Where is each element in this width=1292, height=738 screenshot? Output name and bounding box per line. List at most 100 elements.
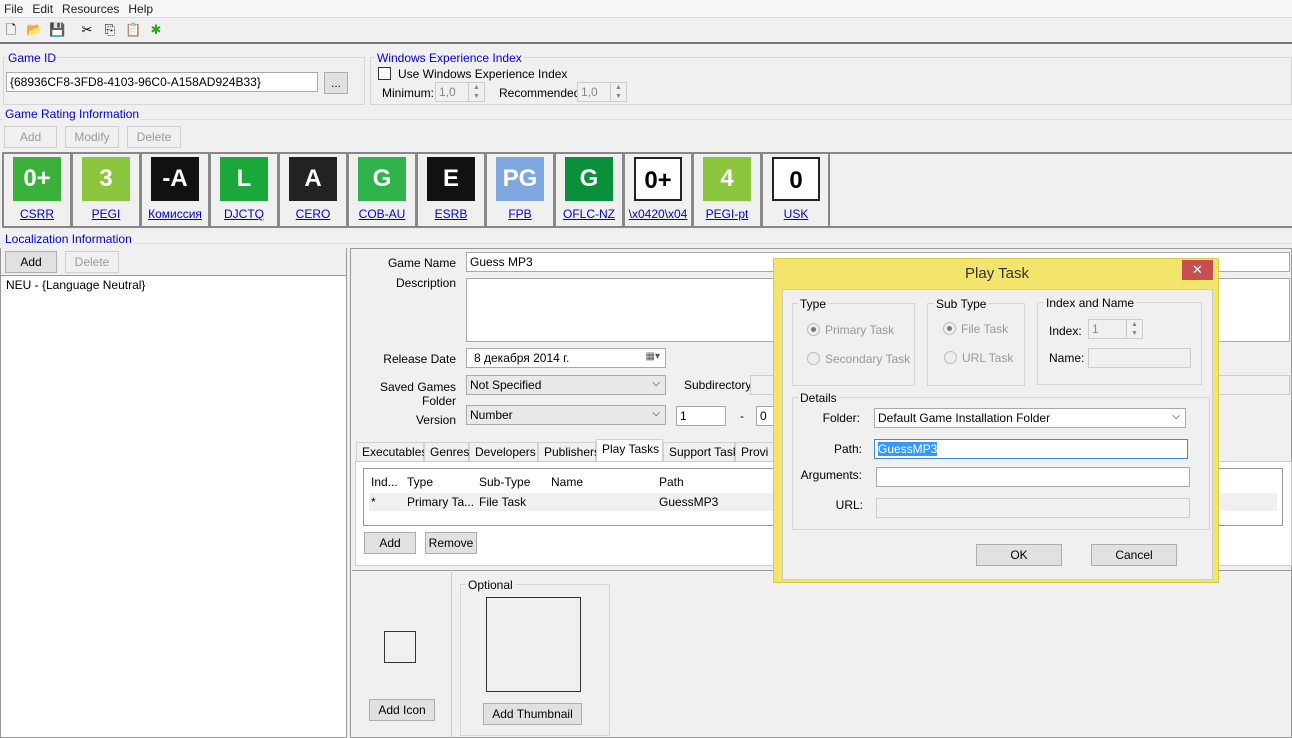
radio-icon (944, 351, 957, 364)
tab-play-tasks[interactable]: Play Tasks (596, 439, 663, 462)
menu-file[interactable]: File (0, 0, 28, 16)
rating-item[interactable]: -A Комиссия (140, 152, 209, 228)
tab-genres[interactable]: Genres (424, 442, 469, 462)
column-header[interactable]: Sub-Type (479, 475, 530, 489)
url-input[interactable] (876, 498, 1190, 518)
tab-executables[interactable]: Executables (356, 442, 427, 462)
paste-icon[interactable]: 📋 (125, 22, 141, 38)
radio-icon (807, 352, 820, 365)
column-header[interactable]: Path (659, 475, 684, 489)
version-select[interactable]: Number (466, 405, 666, 425)
rating-logo: -A (151, 157, 199, 201)
ok-button[interactable]: OK (976, 544, 1062, 566)
tab-support-tasks[interactable]: Support Tasks (663, 442, 745, 462)
cancel-button[interactable]: Cancel (1091, 544, 1177, 566)
rating-item[interactable]: L DJCTQ (209, 152, 278, 228)
rating-link[interactable]: COB-AU (349, 207, 415, 221)
task-remove-button[interactable]: Remove (425, 532, 477, 554)
name-input[interactable] (1088, 348, 1191, 368)
rating-link[interactable]: OFLC-NZ (556, 207, 622, 221)
min-stepper[interactable]: 1,0 ▲ ▼ (435, 82, 485, 102)
open-folder-icon[interactable]: 📂 (26, 22, 42, 38)
wei-checkbox[interactable] (378, 67, 391, 80)
table-cell: Primary Ta... (407, 495, 475, 509)
calendar-icon[interactable]: ▦▾ (646, 351, 660, 362)
folder-select[interactable]: Default Game Installation Folder (874, 408, 1186, 428)
column-header[interactable]: Ind... (371, 475, 398, 489)
file-task-radio[interactable]: File Task (943, 322, 1008, 336)
version-major-input[interactable]: 1 (676, 406, 726, 426)
secondary-task-radio[interactable]: Secondary Task (807, 352, 910, 366)
new-file-icon[interactable]: 🗋 (3, 22, 19, 38)
rating-link[interactable]: ESRB (418, 207, 484, 221)
copy-icon[interactable]: ⎘ (102, 22, 118, 38)
secondary-label: Secondary Task (825, 352, 911, 366)
game-id-input[interactable]: {68936CF8-3FD8-4103-96C0-A158AD924B33} (6, 72, 318, 92)
table-cell: File Task (479, 495, 527, 509)
rating-item[interactable]: G COB-AU (347, 152, 416, 228)
release-date-label: Release Date (383, 352, 456, 366)
rating-item[interactable]: 3 PEGI (71, 152, 140, 228)
column-header[interactable]: Name (551, 475, 583, 489)
arguments-input[interactable] (876, 467, 1190, 487)
index-stepper[interactable]: 1 ▲ ▼ (1088, 319, 1143, 339)
cut-icon[interactable]: ✂ (79, 22, 95, 38)
primary-task-radio[interactable]: Primary Task (807, 323, 894, 337)
spin-icon[interactable]: ▲ ▼ (1126, 320, 1142, 338)
rating-item[interactable]: 0+ \x0420\x04 (623, 152, 692, 228)
spin-icon[interactable]: ▲ ▼ (468, 83, 484, 101)
rating-link[interactable]: FPB (487, 207, 553, 221)
rating-add-button[interactable]: Add (4, 126, 57, 148)
rec-label: Recommended: (499, 86, 584, 100)
rating-item[interactable]: 4 PEGI-pt (692, 152, 761, 228)
rating-link[interactable]: PEGI (73, 207, 139, 221)
language-list[interactable]: NEU - {Language Neutral} (0, 275, 347, 738)
release-date-picker[interactable]: 8 декабря 2014 г. ▦▾ (466, 348, 666, 368)
rating-strip-empty (828, 152, 1292, 228)
spin-icon[interactable]: ▲ ▼ (610, 83, 626, 101)
saved-games-select[interactable]: Not Specified (466, 375, 666, 395)
rating-link[interactable]: CSRR (4, 207, 70, 221)
rating-link[interactable]: Комиссия (142, 207, 208, 221)
rec-stepper[interactable]: 1,0 ▲ ▼ (577, 82, 627, 102)
loc-delete-button[interactable]: Delete (65, 251, 119, 273)
rating-link[interactable]: DJCTQ (211, 207, 277, 221)
menu-help[interactable]: Help (124, 0, 158, 16)
rating-logo: G (358, 157, 406, 201)
language-item[interactable]: NEU - {Language Neutral} (1, 276, 346, 294)
tab-developers[interactable]: Developers (469, 442, 538, 462)
path-input[interactable]: GuessMP3 (874, 439, 1188, 459)
bug-icon[interactable]: ✱ (148, 22, 164, 38)
rating-modify-button[interactable]: Modify (65, 126, 119, 148)
save-icon[interactable]: 💾 (49, 22, 65, 38)
min-value: 1,0 (439, 85, 456, 99)
rating-link[interactable]: \x0420\x04 (625, 207, 691, 221)
loc-add-button[interactable]: Add (5, 251, 57, 273)
tab-provi[interactable]: Provi (735, 442, 775, 462)
menu-edit[interactable]: Edit (28, 0, 58, 16)
add-thumbnail-button[interactable]: Add Thumbnail (483, 703, 582, 725)
type-group (792, 303, 915, 386)
add-icon-button[interactable]: Add Icon (369, 699, 435, 721)
rating-item[interactable]: PG FPB (485, 152, 554, 228)
rating-item[interactable]: A CERO (278, 152, 347, 228)
browse-button[interactable]: ... (324, 72, 348, 94)
rating-logo: 3 (82, 157, 130, 201)
wei-legend: Windows Experience Index (375, 51, 524, 65)
rating-logo: L (220, 157, 268, 201)
tab-publishers[interactable]: Publishers (538, 442, 600, 462)
localization-legend: Localization Information (3, 232, 134, 246)
rating-item[interactable]: 0 USK (761, 152, 830, 228)
rating-link[interactable]: CERO (280, 207, 346, 221)
url-task-radio[interactable]: URL Task (944, 351, 1013, 365)
close-icon[interactable]: ✕ (1182, 260, 1213, 280)
task-add-button[interactable]: Add (364, 532, 416, 554)
rating-item[interactable]: E ESRB (416, 152, 485, 228)
rating-delete-button[interactable]: Delete (127, 126, 181, 148)
menu-resources[interactable]: Resources (58, 0, 124, 16)
rating-item[interactable]: 0+ CSRR (2, 152, 71, 228)
column-header[interactable]: Type (407, 475, 433, 489)
rating-item[interactable]: G OFLC-NZ (554, 152, 623, 228)
rating-link[interactable]: USK (763, 207, 829, 221)
rating-link[interactable]: PEGI-pt (694, 207, 760, 221)
